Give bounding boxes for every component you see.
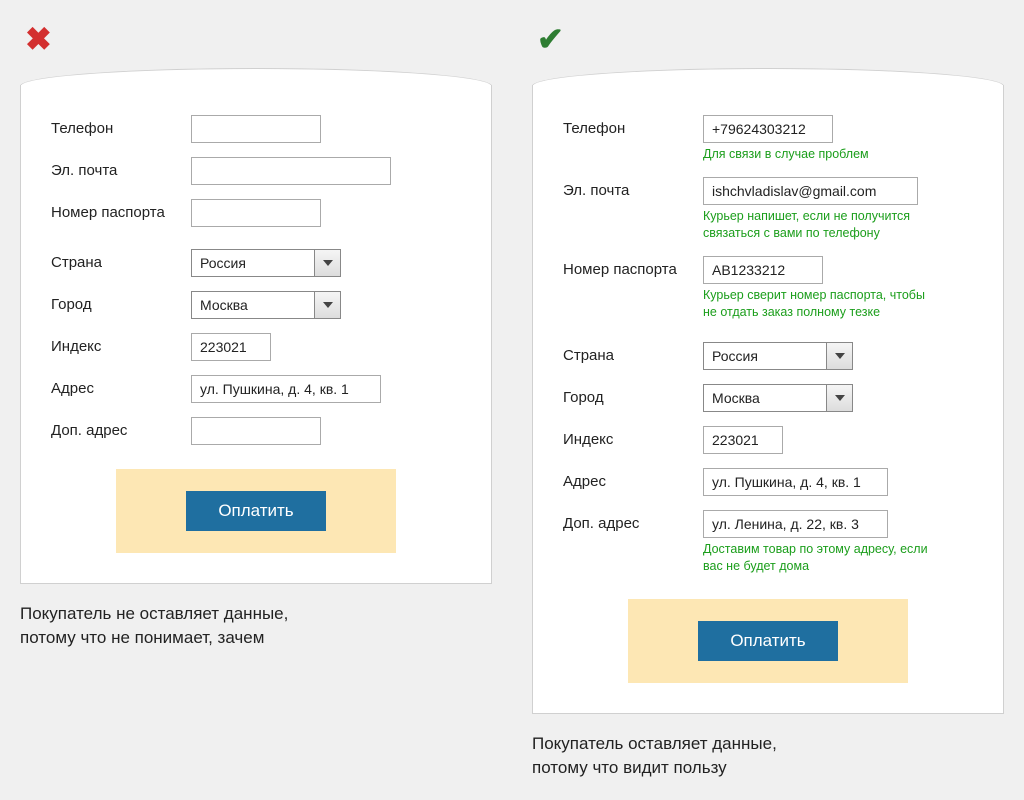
left-caption: Покупатель не оставляет данные, потому ч… <box>20 602 492 650</box>
chevron-down-icon <box>314 292 340 318</box>
phone-hint: Для связи в случае проблем <box>703 146 933 163</box>
address-input[interactable] <box>191 375 381 403</box>
address-label: Адрес <box>563 468 703 490</box>
phone-input[interactable] <box>703 115 833 143</box>
country-value: Россия <box>704 343 826 369</box>
index-label: Индекс <box>51 333 191 355</box>
index-label: Индекс <box>563 426 703 448</box>
pay-button-area: Оплатить <box>116 469 396 553</box>
comparison-container: ✖ Телефон Эл. почта Номер паспорта Стран… <box>20 20 1004 780</box>
pay-button[interactable]: Оплатить <box>186 491 325 531</box>
addr2-hint: Доставим товар по этому адресу, если вас… <box>703 541 933 575</box>
check-icon: ✔ <box>537 20 1004 58</box>
phone-row: Телефон Для связи в случае проблем <box>563 115 973 163</box>
left-column: ✖ Телефон Эл. почта Номер паспорта Стран… <box>20 20 492 780</box>
right.passport_label: Номер паспорта <box>563 256 703 278</box>
pay-button[interactable]: Оплатить <box>698 621 837 661</box>
addr2-input[interactable] <box>191 417 321 445</box>
phone-label: Телефон <box>563 115 703 137</box>
addr2-row: Доп. адрес Доставим товар по этому адрес… <box>563 510 973 575</box>
index-row: Индекс <box>51 333 461 361</box>
passport-hint: Курьер сверит номер паспорта, чтобы не о… <box>703 287 933 321</box>
address-row: Адрес <box>51 375 461 403</box>
index-row: Индекс <box>563 426 973 454</box>
phone-input[interactable] <box>191 115 321 143</box>
address-row: Адрес <box>563 468 973 496</box>
addr2-input[interactable] <box>703 510 888 538</box>
caption-line1: Покупатель оставляет данные, <box>532 734 777 753</box>
right-form-panel: Телефон Для связи в случае проблем Эл. п… <box>532 85 1004 714</box>
city-row: Город Москва <box>51 291 461 319</box>
right-column: ✔ Телефон Для связи в случае проблем Эл.… <box>532 20 1004 780</box>
country-label: Страна <box>51 249 191 271</box>
phone-row: Телефон <box>51 115 461 143</box>
left-panel-wrap: Телефон Эл. почта Номер паспорта Страна … <box>20 68 492 584</box>
city-row: Город Москва <box>563 384 973 412</box>
pay-button-area: Оплатить <box>628 599 908 683</box>
addr2-label: Доп. адрес <box>563 510 703 532</box>
addr2-label: Доп. адрес <box>51 417 191 439</box>
caption-line1: Покупатель не оставляет данные, <box>20 604 288 623</box>
city-value: Москва <box>704 385 826 411</box>
index-input[interactable] <box>191 333 271 361</box>
email-row: Эл. почта <box>51 157 461 185</box>
city-select[interactable]: Москва <box>191 291 341 319</box>
city-select[interactable]: Москва <box>703 384 853 412</box>
right-caption: Покупатель оставляет данные, потому что … <box>532 732 1004 780</box>
address-label: Адрес <box>51 375 191 397</box>
email-input[interactable] <box>191 157 391 185</box>
country-row: Страна Россия <box>51 249 461 277</box>
right-panel-wrap: Телефон Для связи в случае проблем Эл. п… <box>532 68 1004 714</box>
cross-icon: ✖ <box>25 20 492 58</box>
passport-row: Номер паспорта Курьер сверит номер паспо… <box>563 256 973 321</box>
address-input[interactable] <box>703 468 888 496</box>
country-select[interactable]: Россия <box>703 342 853 370</box>
city-value: Москва <box>192 292 314 318</box>
panel-top-curve <box>20 68 492 86</box>
panel-top-curve <box>532 68 1004 86</box>
passport-input[interactable] <box>191 199 321 227</box>
email-label: Эл. почта <box>563 177 703 199</box>
email-label: Эл. почта <box>51 157 191 179</box>
country-label: Страна <box>563 342 703 364</box>
passport-label: Номер паспорта <box>51 199 191 221</box>
email-hint: Курьер напишет, если не получится связат… <box>703 208 933 242</box>
left-form-panel: Телефон Эл. почта Номер паспорта Страна … <box>20 85 492 584</box>
caption-line2: потому что видит пользу <box>532 758 727 777</box>
passport-row: Номер паспорта <box>51 199 461 227</box>
country-value: Россия <box>192 250 314 276</box>
city-label: Город <box>51 291 191 313</box>
chevron-down-icon <box>826 385 852 411</box>
country-select[interactable]: Россия <box>191 249 341 277</box>
index-input[interactable] <box>703 426 783 454</box>
email-row: Эл. почта Курьер напишет, если не получи… <box>563 177 973 242</box>
city-label: Город <box>563 384 703 406</box>
email-input[interactable] <box>703 177 918 205</box>
passport-input[interactable] <box>703 256 823 284</box>
caption-line2: потому что не понимает, зачем <box>20 628 264 647</box>
addr2-row: Доп. адрес <box>51 417 461 445</box>
chevron-down-icon <box>826 343 852 369</box>
phone-label: Телефон <box>51 115 191 137</box>
country-row: Страна Россия <box>563 342 973 370</box>
chevron-down-icon <box>314 250 340 276</box>
